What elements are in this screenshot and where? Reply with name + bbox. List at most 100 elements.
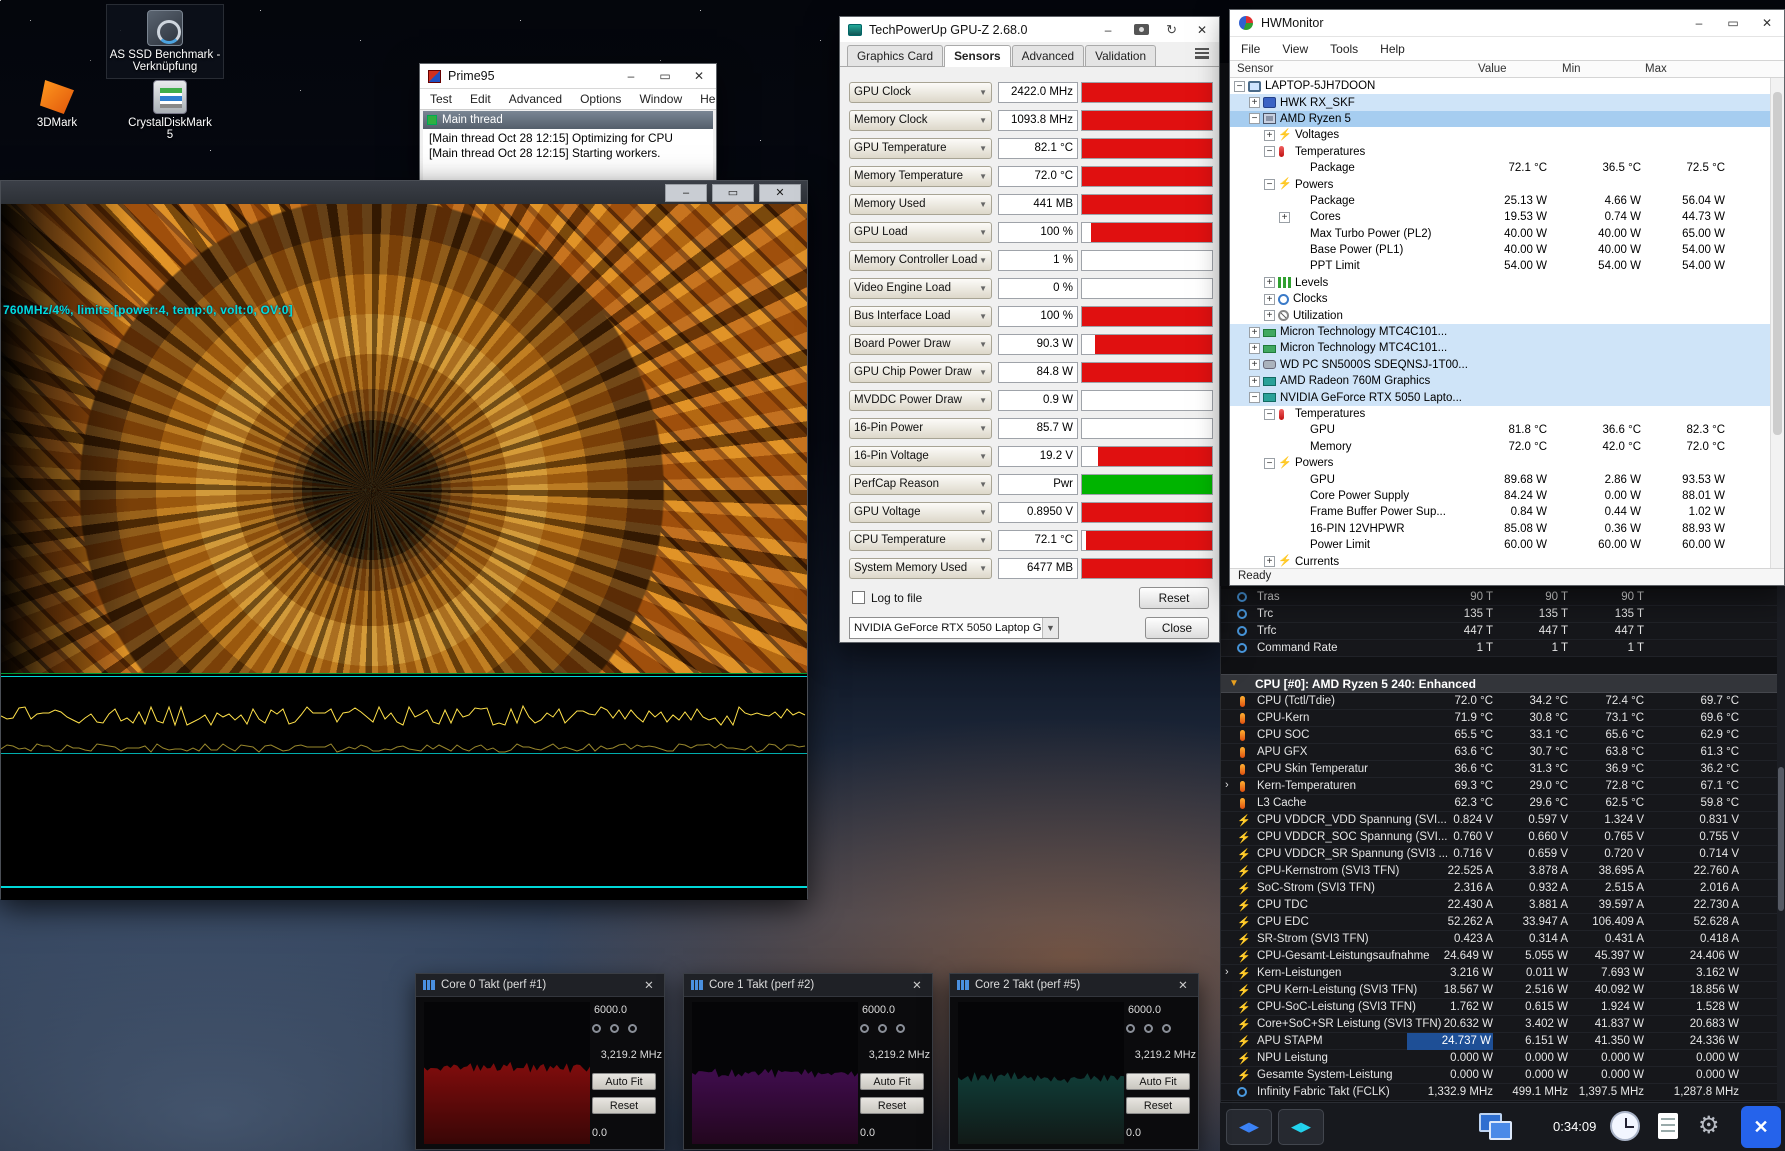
hwinfo-sensor-row[interactable]: › CPU TDC 22.430 A 3.881 A 39.597 A 22.7… (1221, 897, 1785, 914)
close-button[interactable]: ✕ (1168, 978, 1198, 992)
sensor-tree-row[interactable]: Package 25.13 W 4.66 W 56.04 W (1230, 193, 1770, 209)
sensor-tree-row[interactable]: + Clocks (1230, 291, 1770, 307)
sensor-tree-row[interactable]: + Micron Technology MTC4C101... (1230, 324, 1770, 340)
sensor-name-dropdown[interactable]: PerfCap Reason ▼ (849, 474, 992, 495)
hwinfo-sensor-row[interactable]: › CPU SOC 65.5 °C 33.1 °C 65.6 °C 62.9 °… (1221, 727, 1785, 744)
tree-expander[interactable]: − (1264, 179, 1275, 190)
tab-graphics-card[interactable]: Graphics Card (847, 45, 943, 66)
hwinfo-sensor-row[interactable]: › SoC-Strom (SVI3 TFN) 2.316 A 0.932 A 2… (1221, 880, 1785, 897)
hwinfo-sensor-row[interactable]: › SR-Strom (SVI3 TFN) 0.423 A 0.314 A 0.… (1221, 931, 1785, 948)
menu-file[interactable]: File (1241, 42, 1260, 56)
sensor-tree-row[interactable]: Core Power Supply 84.24 W 0.00 W 88.01 W (1230, 488, 1770, 504)
hwinfo-sensor-row[interactable]: › APU STAPM 24.737 W 6.151 W 41.350 W 24… (1221, 1033, 1785, 1050)
hwinfo-sensor-row[interactable]: › CPU-Gesamt-Leistungsaufnahme 24.649 W … (1221, 948, 1785, 965)
auto-fit-button[interactable]: Auto Fit (860, 1073, 924, 1090)
swap-rows-button[interactable]: ◀▶ (1278, 1109, 1324, 1145)
reset-button[interactable]: Reset (1139, 587, 1209, 609)
maximize-button[interactable]: ▭ (648, 64, 682, 88)
sensor-tree-row[interactable]: − Powers (1230, 455, 1770, 471)
hwinfo-sensor-row[interactable]: › CPU EDC 52.262 A 33.947 A 106.409 A 52… (1221, 914, 1785, 931)
hwinfo-sensor-row[interactable]: › Command Rate 1 T 1 T 1 T (1221, 640, 1785, 657)
sensor-tree-row[interactable]: − Temperatures (1230, 406, 1770, 422)
sensor-tree-row[interactable]: PPT Limit 54.00 W 54.00 W 54.00 W (1230, 258, 1770, 274)
menu-window[interactable]: Window (639, 92, 682, 106)
tree-expander[interactable]: + (1264, 294, 1275, 305)
hwinfo-sensor-row[interactable]: › Trc 135 T 135 T 135 T (1221, 606, 1785, 623)
close-button[interactable]: ✕ (682, 64, 716, 88)
tab-validation[interactable]: Validation (1085, 45, 1156, 66)
column-min[interactable]: Min (1562, 63, 1581, 75)
menu-view[interactable]: View (1282, 42, 1308, 56)
tree-expander[interactable]: + (1249, 376, 1260, 387)
tree-expander[interactable]: − (1249, 392, 1260, 403)
mode-toggle[interactable] (1126, 1024, 1135, 1033)
maximize-button[interactable]: ▭ (1716, 10, 1750, 36)
close-sensors-button[interactable]: ✕ (1741, 1106, 1781, 1148)
sensor-tree-row[interactable]: + Cores 19.53 W 0.74 W 44.73 W (1230, 209, 1770, 225)
menu-help[interactable]: Help (1380, 42, 1405, 56)
hwinfo-sensor-row[interactable]: › NPU Leistung 0.000 W 0.000 W 0.000 W 0… (1221, 1050, 1785, 1067)
menu-advanced[interactable]: Advanced (509, 92, 562, 106)
mode-toggle[interactable] (1144, 1024, 1153, 1033)
sensor-tree-row[interactable]: Power Limit 60.00 W 60.00 W 60.00 W (1230, 537, 1770, 553)
sensor-name-dropdown[interactable]: Memory Used ▼ (849, 194, 992, 215)
sensor-name-dropdown[interactable]: GPU Voltage ▼ (849, 502, 992, 523)
mode-toggle[interactable] (628, 1024, 637, 1033)
sensor-name-dropdown[interactable]: GPU Load ▼ (849, 222, 992, 243)
hwinfo-sensor-row[interactable]: › Core+SoC+SR Leistung (SVI3 TFN) 20.632… (1221, 1016, 1785, 1033)
hwinfo-sensor-row[interactable]: › APU GFX 63.6 °C 30.7 °C 63.8 °C 61.3 °… (1221, 744, 1785, 761)
sensor-name-dropdown[interactable]: 16-Pin Voltage ▼ (849, 446, 992, 467)
hwinfo-sensor-row[interactable]: › Kern-Temperaturen 69.3 °C 29.0 °C 72.8… (1221, 778, 1785, 795)
column-value[interactable]: Value (1478, 63, 1507, 75)
mode-toggle[interactable] (878, 1024, 887, 1033)
maximize-button[interactable]: ▭ (712, 184, 754, 202)
gear-icon[interactable]: ⚙ (1698, 1111, 1720, 1141)
log-to-file-checkbox[interactable] (852, 591, 865, 604)
vertical-scrollbar[interactable] (1770, 78, 1784, 568)
hwinfo-sensor-row[interactable]: › CPU-Kernstrom (SVI3 TFN) 22.525 A 3.87… (1221, 863, 1785, 880)
swap-columns-button[interactable]: ◀▶ (1226, 1109, 1272, 1145)
tree-expander[interactable]: + (1279, 212, 1290, 223)
sensor-tree-row[interactable]: Package 72.1 °C 36.5 °C 72.5 °C (1230, 160, 1770, 176)
tree-expander[interactable]: + (1249, 359, 1260, 370)
sensor-tree-row[interactable]: Base Power (PL1) 40.00 W 40.00 W 54.00 W (1230, 242, 1770, 258)
mode-toggle[interactable] (610, 1024, 619, 1033)
gpu-select-dropdown[interactable]: NVIDIA GeForce RTX 5050 Laptop GPL ▼ (849, 617, 1059, 639)
tree-expander[interactable]: + (1249, 327, 1260, 338)
expand-chevron-icon[interactable]: › (1225, 966, 1229, 978)
sensor-tree-row[interactable]: Frame Buffer Power Sup... 0.84 W 0.44 W … (1230, 504, 1770, 520)
tree-expander[interactable]: + (1249, 343, 1260, 354)
sensor-name-dropdown[interactable]: CPU Temperature ▼ (849, 530, 992, 551)
close-button[interactable]: ✕ (634, 978, 664, 992)
sensor-name-dropdown[interactable]: MVDDC Power Draw ▼ (849, 390, 992, 411)
minimize-button[interactable]: – (614, 64, 648, 88)
desktop-icon-3dmark[interactable]: 3DMark (20, 80, 94, 129)
sensor-name-dropdown[interactable]: GPU Chip Power Draw ▼ (849, 362, 992, 383)
hwinfo-sensor-row[interactable]: › Kern-Leistungen 3.216 W 0.011 W 7.693 … (1221, 965, 1785, 982)
tree-expander[interactable]: + (1264, 310, 1275, 321)
vertical-scrollbar[interactable] (1777, 586, 1785, 1102)
menu-icon[interactable] (1195, 48, 1209, 59)
tree-expander[interactable]: − (1264, 409, 1275, 420)
sensor-tree-row[interactable]: + Utilization (1230, 307, 1770, 323)
hwinfo-sensor-row[interactable]: › L3 Cache 62.3 °C 29.6 °C 62.5 °C 59.8 … (1221, 795, 1785, 812)
hwinfo-sensor-row[interactable]: › CPU VDDCR_SOC Spannung (SVI... 0.760 V… (1221, 829, 1785, 846)
tree-expander[interactable]: − (1249, 113, 1260, 124)
mode-toggle[interactable] (592, 1024, 601, 1033)
hwinfo-sensor-row[interactable]: › CPU Skin Temperatur 36.6 °C 31.3 °C 36… (1221, 761, 1785, 778)
sensor-name-dropdown[interactable]: Memory Clock ▼ (849, 110, 992, 131)
cpu-section-header[interactable]: ▼ CPU [#0]: AMD Ryzen 5 240: Enhanced (1221, 674, 1785, 693)
reset-button[interactable]: Reset (860, 1097, 924, 1114)
main-thread-child-titlebar[interactable]: Main thread (423, 111, 713, 129)
sensor-tree-row[interactable]: + Currents (1230, 553, 1770, 568)
sensor-tree-row[interactable]: + WD PC SN5000S SDEQNSJ-1T00... (1230, 357, 1770, 373)
close-button[interactable]: ✕ (1750, 10, 1784, 36)
mode-toggle[interactable] (1162, 1024, 1171, 1033)
sensor-tree-row[interactable]: − Powers (1230, 176, 1770, 192)
close-button[interactable]: Close (1145, 617, 1209, 639)
tree-expander[interactable]: − (1264, 458, 1275, 469)
hwinfo-sensor-row[interactable]: › CPU-Kern 71.9 °C 30.8 °C 73.1 °C 69.6 … (1221, 710, 1785, 727)
tree-expander[interactable]: + (1264, 556, 1275, 567)
hwinfo-sensor-row[interactable]: › Infinity Fabric Takt (FCLK) 1,332.9 MH… (1221, 1084, 1785, 1101)
sensor-tree-row[interactable]: + Levels (1230, 275, 1770, 291)
